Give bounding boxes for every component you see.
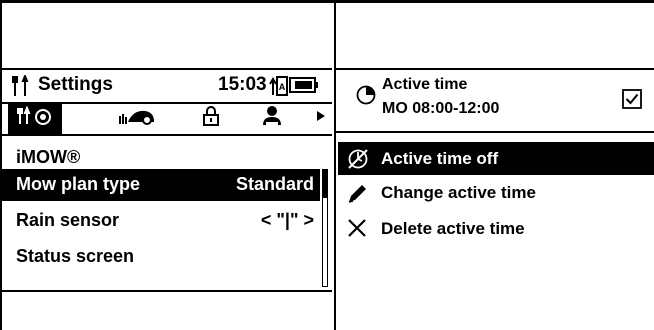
tab-rule <box>2 134 332 136</box>
menu-item-label: Rain sensor <box>16 210 120 230</box>
auto-mode-icon: A <box>268 75 288 102</box>
scrollbar-thumb[interactable] <box>323 170 327 198</box>
menu-item-label: Active time off <box>381 149 499 168</box>
x-icon <box>347 218 367 243</box>
tab-mower[interactable] <box>110 102 164 134</box>
header-rule <box>336 131 654 133</box>
settings-screen: Settings 15:03 A iMOW® Mow plan type Sta… <box>2 68 332 294</box>
mower-icon <box>117 106 157 131</box>
menu-item-active-time-off[interactable]: Active time off <box>338 142 654 175</box>
bottom-rule <box>2 290 332 292</box>
top-rule <box>336 68 654 70</box>
lock-icon <box>203 105 219 131</box>
status-bar: Settings 15:03 A <box>2 68 332 102</box>
menu-item-change-active-time[interactable]: Change active time <box>338 176 654 209</box>
menu-item-status-screen[interactable]: Status screen <box>2 241 320 273</box>
svg-text:A: A <box>279 82 286 92</box>
menu-heading: iMOW® <box>16 147 81 167</box>
tools-icon <box>12 73 32 102</box>
menu-item-delete-active-time[interactable]: Delete active time <box>338 212 654 245</box>
tab-bar <box>2 102 332 134</box>
settings-tools-icon <box>16 104 54 131</box>
menu-item-label: Mow plan type <box>16 174 141 194</box>
tab-next-arrow[interactable] <box>310 102 332 134</box>
menu-item-mow-plan-type[interactable]: Mow plan type Standard <box>2 169 320 201</box>
tab-security[interactable] <box>194 102 228 134</box>
tab-user[interactable] <box>252 102 292 134</box>
active-time-label: Active time <box>382 76 468 93</box>
menu-item-label: Delete active time <box>381 219 525 238</box>
menu-item-value: Standard <box>235 174 314 194</box>
menu-item-label: Status screen <box>16 246 135 266</box>
pencil-icon <box>347 182 369 209</box>
user-icon <box>261 105 283 132</box>
page-title: Settings <box>38 74 113 95</box>
battery-icon <box>289 77 319 98</box>
no-time-icon <box>347 148 369 175</box>
menu-item-rain-sensor[interactable]: Rain sensor < "|" > <box>2 205 320 237</box>
scrollbar[interactable] <box>322 169 328 287</box>
clock-time: 15:03 <box>218 74 267 95</box>
active-time-value: MO 08:00-12:00 <box>382 100 500 117</box>
menu-item-value: < "|" > <box>260 210 314 230</box>
active-time-screen: Active time MO 08:00-12:00 Active time o… <box>336 68 654 268</box>
active-time-checkbox[interactable] <box>622 89 642 109</box>
menu-item-label: Change active time <box>381 183 536 202</box>
tab-settings[interactable] <box>8 102 62 134</box>
arrow-right-icon <box>316 109 326 127</box>
clock-icon <box>356 85 376 110</box>
